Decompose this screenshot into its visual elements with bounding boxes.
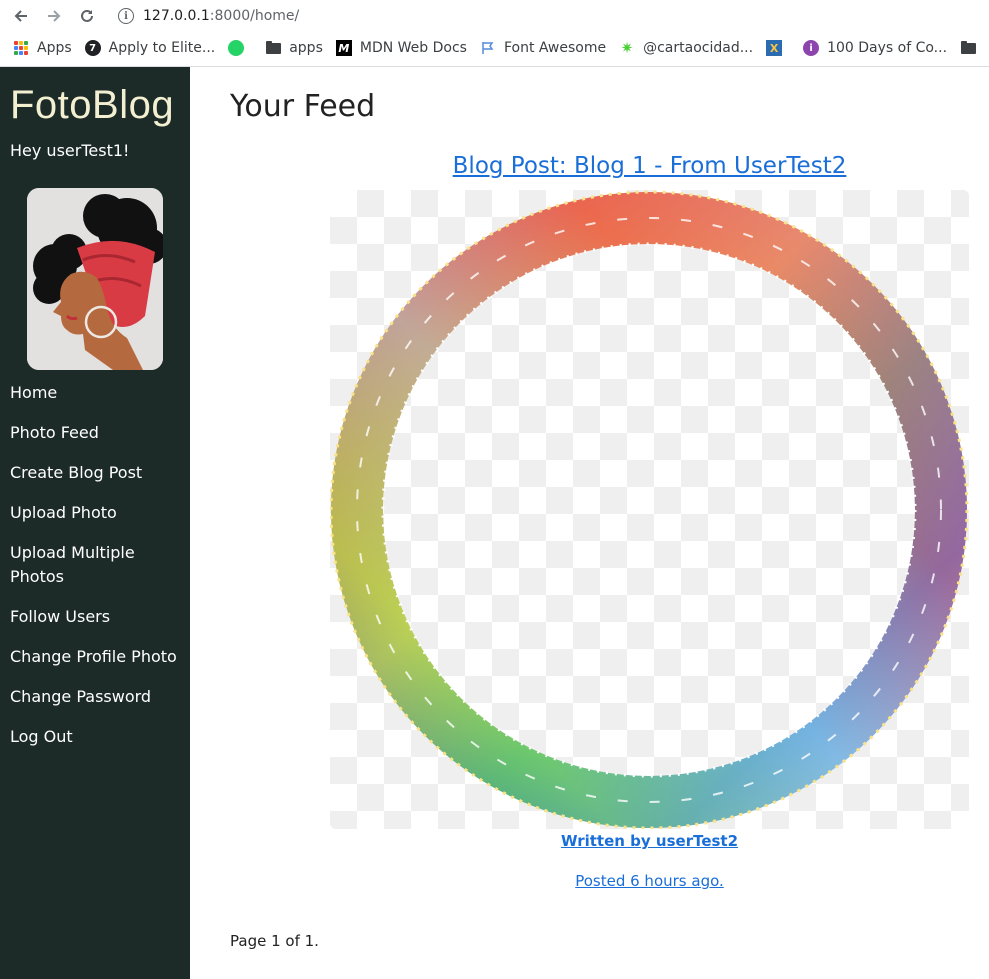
reload-button[interactable] (75, 4, 99, 28)
post-photo[interactable] (330, 190, 969, 829)
bookmark-elite[interactable]: 7 Apply to Elite... (84, 36, 216, 60)
avatar-illustration (27, 188, 163, 370)
main-content: Your Feed Blog Post: Blog 1 - From UserT… (190, 67, 989, 979)
folder-icon (265, 40, 281, 56)
bookmark-font-awesome[interactable]: Font Awesome (480, 36, 606, 60)
bookmark-mdn[interactable]: M MDN Web Docs (335, 36, 467, 60)
greeting: Hey userTest1! (10, 141, 130, 160)
info-icon[interactable]: i (118, 8, 134, 24)
apps-grid-icon (13, 40, 29, 56)
forward-button[interactable] (42, 4, 66, 28)
sparkle-icon: ✷ (620, 39, 634, 57)
sidebar-item-home[interactable]: Home (10, 381, 185, 405)
sidebar-item-follow-users[interactable]: Follow Users (10, 605, 185, 629)
url-text: 127.0.0.1:8000/home/ (143, 8, 299, 24)
arrow-right-icon (48, 10, 61, 22)
bookmark-label: @cartaocidad... (643, 40, 754, 56)
whatsapp-icon (228, 40, 245, 56)
reload-icon (81, 9, 93, 22)
badge-icon: i (803, 40, 820, 56)
bookmark-apps[interactable]: Apps (13, 36, 72, 60)
pagination-status: Page 1 of 1. (230, 932, 319, 950)
bookmark-x-box[interactable]: X (766, 36, 790, 60)
mdn-icon: M (335, 40, 352, 56)
sidebar-item-change-profile-photo[interactable]: Change Profile Photo (10, 645, 185, 669)
bookmark-folder[interactable] (960, 36, 984, 60)
bookmark-100-days[interactable]: i 100 Days of Co... (803, 36, 947, 60)
folder-icon (960, 40, 976, 56)
sidebar-item-change-password[interactable]: Change Password (10, 685, 185, 709)
back-button[interactable] (9, 4, 33, 28)
elite-icon: 7 (84, 40, 101, 56)
bookmark-whatsapp[interactable] (228, 36, 252, 60)
x-box-icon: X (766, 40, 783, 56)
ring-image (330, 190, 969, 829)
sidebar-item-photo-feed[interactable]: Photo Feed (10, 421, 185, 445)
bookmark-label: Font Awesome (503, 40, 607, 56)
post-title-link[interactable]: Blog Post: Blog 1 - From UserTest2 (330, 153, 969, 179)
sidebar-item-log-out[interactable]: Log Out (10, 725, 185, 749)
post-author-link[interactable]: Written by userTest2 (330, 832, 969, 850)
sidebar-item-create-blog-post[interactable]: Create Blog Post (10, 461, 185, 485)
brand-logo[interactable]: FotoBlog (10, 83, 174, 128)
sidebar: FotoBlog Hey userTest1! Home Photo Feed … (0, 67, 190, 979)
bookmarks-bar: Apps 7 Apply to Elite... apps M MDN Web … (0, 34, 989, 62)
bookmark-label: 100 Days of Co... (827, 40, 948, 56)
bookmark-label: Apps (37, 40, 72, 56)
flag-icon (480, 40, 496, 56)
sidebar-item-upload-multiple-photos[interactable]: Upload Multiple Photos (10, 541, 185, 589)
post-timestamp-link[interactable]: Posted 6 hours ago. (330, 872, 969, 890)
bookmark-label: apps (289, 40, 323, 56)
bookmark-apps-folder[interactable]: apps (265, 36, 323, 60)
arrow-left-icon (14, 10, 27, 22)
avatar (27, 188, 163, 370)
address-bar[interactable]: i 127.0.0.1:8000/home/ (108, 3, 978, 29)
bookmark-label: MDN Web Docs (359, 40, 467, 56)
bookmark-cartaocidadao[interactable]: ✷ @cartaocidad... (619, 36, 753, 60)
browser-chrome: i 127.0.0.1:8000/home/ Apps 7 Apply to E… (0, 0, 989, 67)
sidebar-menu: Home Photo Feed Create Blog Post Upload … (10, 381, 185, 765)
sidebar-item-upload-photo[interactable]: Upload Photo (10, 501, 185, 525)
bookmark-label: Apply to Elite... (108, 40, 216, 56)
page-title: Your Feed (230, 89, 376, 124)
url-host: 127.0.0.1 (143, 8, 210, 24)
url-path: :8000/home/ (209, 8, 300, 24)
